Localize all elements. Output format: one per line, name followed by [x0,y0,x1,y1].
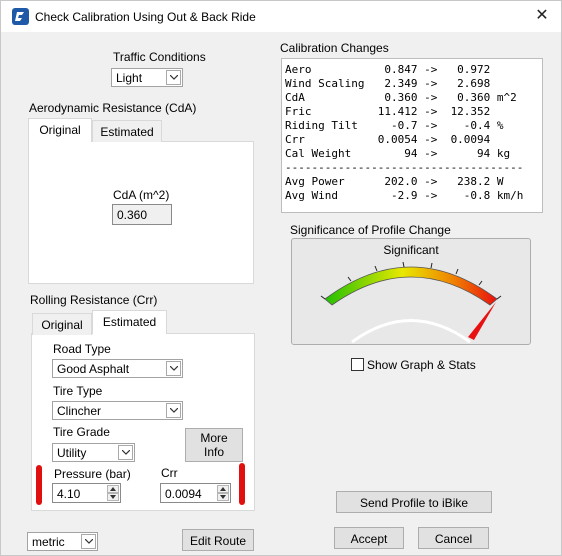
chevron-down-icon[interactable] [118,445,133,460]
tire-type-label: Tire Type [53,384,103,398]
send-profile-button[interactable]: Send Profile to iBike [336,491,492,513]
pressure-stepper[interactable]: 4.10 [52,483,121,503]
calibration-dialog: Check Calibration Using Out & Back Ride … [0,0,562,556]
calibration-row: Avg Power 202.0 -> 238.2 W [285,175,504,188]
cda-label: CdA (m^2) [113,188,170,202]
more-info-button[interactable]: More Info [185,428,243,462]
edit-route-button[interactable]: Edit Route [182,529,254,551]
crr-stepper[interactable]: 0.0094 [160,483,231,503]
spin-down-icon[interactable] [107,493,119,501]
close-icon[interactable]: ✕ [531,5,553,27]
rolling-group-label: Rolling Resistance (Crr) [30,293,158,307]
gauge-graphic [320,261,502,344]
significance-label: Significance of Profile Change [290,223,451,237]
accept-button[interactable]: Accept [334,527,404,549]
tab-aero-original[interactable]: Original [28,118,92,142]
calibration-row: Aero 0.847 -> 0.972 [285,63,497,76]
tab-rolling-estimated[interactable]: Estimated [92,310,167,334]
calibration-separator: ------------------------------------ [285,161,524,174]
spin-up-icon[interactable] [107,485,119,493]
chevron-down-icon[interactable] [166,403,181,418]
chevron-down-icon[interactable] [166,70,181,85]
show-graph-label: Show Graph & Stats [367,358,476,372]
road-type-value: Good Asphalt [57,362,130,376]
title-bar[interactable]: Check Calibration Using Out & Back Ride … [1,1,561,32]
red-highlight-mark-left [36,465,42,505]
cancel-button[interactable]: Cancel [418,527,489,549]
calibration-rows: Aero 0.847 -> 0.972 Wind Scaling 2.349 -… [285,63,539,203]
road-type-label: Road Type [53,342,111,356]
units-select[interactable]: metric [27,532,98,551]
traffic-label: Traffic Conditions [113,50,206,64]
crr-value: 0.0094 [165,487,202,501]
tab-aero-estimated[interactable]: Estimated [92,120,162,142]
calibration-row: Avg Wind -2.9 -> -0.8 km/h [285,189,524,202]
traffic-value: Light [116,71,143,85]
calibration-row: Cal Weight 94 -> 94 kg [285,147,511,160]
tire-grade-label: Tire Grade [53,425,110,439]
calibration-row: Riding Tilt -0.7 -> -0.4 % [285,119,504,132]
more-info-label: More Info [200,431,228,459]
aero-group-label: Aerodynamic Resistance (CdA) [29,101,197,115]
tire-type-value: Clincher [57,404,102,418]
units-value: metric [32,535,65,549]
app-icon [12,8,29,25]
chevron-down-icon[interactable] [166,361,181,376]
calibration-row: Crr 0.0054 -> 0.0094 [285,133,497,146]
pressure-value: 4.10 [57,487,81,501]
cda-field[interactable]: 0.360 [112,204,172,225]
pressure-label: Pressure (bar) [54,467,131,481]
significance-gauge: Significant [291,238,531,345]
chevron-down-icon[interactable] [81,534,96,549]
show-graph-checkbox[interactable] [351,358,364,371]
traffic-select[interactable]: Light [111,68,183,87]
calibration-changes-box: Aero 0.847 -> 0.972 Wind Scaling 2.349 -… [281,58,543,213]
calibration-row: Wind Scaling 2.349 -> 2.698 [285,77,497,90]
window-title: Check Calibration Using Out & Back Ride [35,10,256,24]
tire-grade-select[interactable]: Utility [52,443,135,462]
tire-type-select[interactable]: Clincher [52,401,183,420]
calibration-row: Fric 11.412 -> 12.352 [285,105,497,118]
calibration-label: Calibration Changes [280,41,389,55]
tire-grade-value: Utility [57,446,87,460]
crr-label: Crr [161,466,178,480]
tab-rolling-original[interactable]: Original [32,313,92,335]
red-highlight-mark-right [239,463,245,505]
spin-down-icon[interactable] [217,493,229,501]
calibration-row: CdA 0.360 -> 0.360 m^2 [285,91,517,104]
road-type-select[interactable]: Good Asphalt [52,359,183,378]
spin-up-icon[interactable] [217,485,229,493]
